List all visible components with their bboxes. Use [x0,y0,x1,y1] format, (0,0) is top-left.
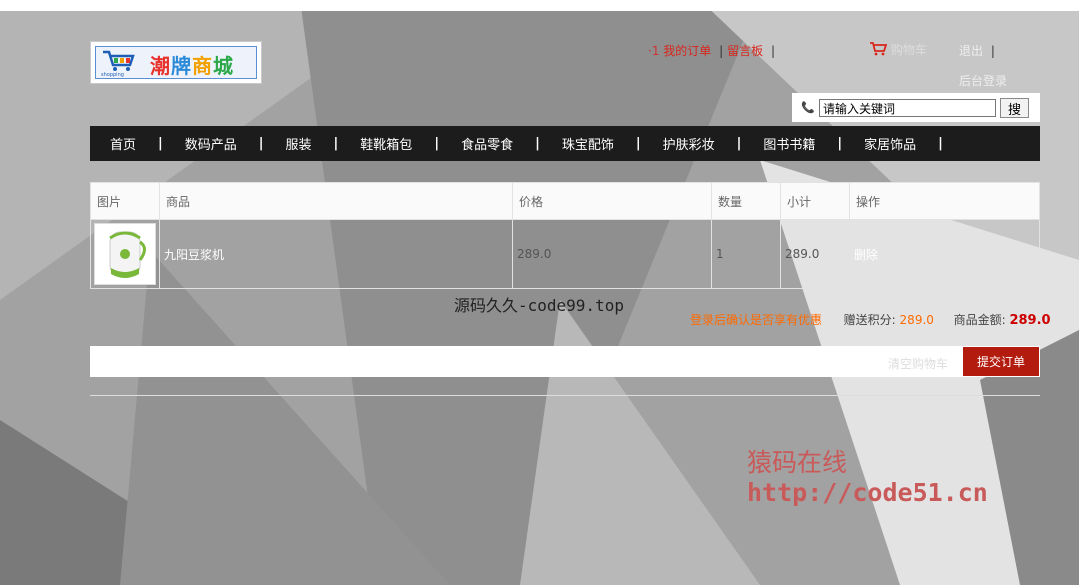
amount-label: 商品金额: [953,313,1006,327]
col-header-product: 商品 [159,182,513,220]
top-strip [0,0,1079,11]
site-logo[interactable]: shopping 潮牌商城 [90,41,262,84]
cart-table: 图片 商品 价格 数量 小计 操作 九阳豆浆机 289.0 1 289.0 删除 [90,182,1040,289]
search-input[interactable] [819,99,996,117]
top-links: ·1 我的订单 | 留言板 | [648,42,779,59]
cart-label: 购物车 [890,43,927,57]
nav-item-jewelry[interactable]: 珠宝配饰 | [562,134,663,153]
cart-logo-icon: shopping [101,50,135,77]
login-discount-link[interactable]: 登录后确认是否享有优惠 [690,313,822,327]
nav-item-cosmetics[interactable]: 护肤彩妆 | [663,134,764,153]
product-image[interactable] [94,223,156,285]
order-summary: 登录后确认是否享有优惠 赠送积分: 289.0 商品金额: 289.0 [690,311,1051,328]
nav-separator: | [938,136,943,151]
cart-link[interactable]: 购物车 [870,41,927,58]
site-watermark: 猿码在线 http://code51.cn [747,448,988,508]
col-header-action: 操作 [849,182,1040,220]
product-name[interactable]: 九阳豆浆机 [159,219,513,289]
nav-separator: | [635,136,641,151]
clear-cart-link[interactable]: 清空购物车 [888,355,948,372]
nav-separator: | [837,136,843,151]
col-header-qty: 数量 [711,182,781,220]
search-bar: 📞 搜 [792,93,1040,122]
nav-separator: | [434,136,440,151]
watermark-line1: 猿码在线 [747,448,848,477]
nav-separator: | [535,136,540,151]
phone-icon: 📞 [801,101,815,114]
delete-action-cell: 删除 [849,219,1040,289]
nav-item-snacks[interactable]: 食品零食 | [461,134,562,153]
nav-label: 护肤彩妆 [662,138,715,153]
submit-order-button[interactable]: 提交订单 [963,347,1039,376]
logout-area: 退出 | [959,42,995,59]
link-separator: | [990,44,995,58]
product-price: 289.0 [512,219,712,289]
nav-item-books[interactable]: 图书书籍 | [763,134,864,153]
soymilk-maker-image [109,231,146,278]
logout-link[interactable]: 退出 [959,44,983,58]
watermark-line2: http://code51.cn [747,478,988,507]
points-label: 赠送积分: [843,313,896,327]
nav-label: 图书书籍 [763,138,816,153]
logo-frame: shopping 潮牌商城 [95,46,257,79]
my-orders-link[interactable]: 我的订单 [663,44,711,58]
nav-label: 数码产品 [184,138,237,153]
nav-label: 珠宝配饰 [561,138,614,153]
nav-item-clothing[interactable]: 服装 | [286,134,361,153]
logo-char: 牌 [171,54,192,78]
nav-separator: | [158,136,163,151]
delete-link[interactable]: 删除 [854,248,878,262]
nav-label: 鞋靴箱包 [360,138,413,153]
table-row: 九阳豆浆机 289.0 1 289.0 删除 [90,219,1040,289]
logo-text: 潮牌商城 [150,50,234,79]
col-header-subtotal: 小计 [780,182,850,220]
col-header-price: 价格 [512,182,712,220]
nav-separator: | [258,136,264,151]
logo-subtext: shopping [101,72,124,77]
nav-item-home-decor[interactable]: 家居饰品 | [864,134,965,153]
nav-separator: | [333,136,339,151]
nav-item-digital[interactable]: 数码产品 | [185,134,286,153]
nav-item-shoes-bags[interactable]: 鞋靴箱包 | [360,134,461,153]
shopping-cart-icon [870,42,888,56]
nav-label: 家居饰品 [864,138,917,153]
link-separator: | [771,44,776,58]
footer-divider [90,395,1040,396]
table-header-row: 图片 商品 价格 数量 小计 操作 [90,182,1040,220]
user-indicator: ·1 [648,44,660,58]
product-image-cell [90,219,160,289]
logo-char: 商 [192,54,213,78]
product-subtotal: 289.0 [780,219,850,289]
points-value: 289.0 [899,313,934,327]
nav-label: 首页 [110,138,137,153]
nav-label: 食品零食 [461,138,514,153]
nav-item-home[interactable]: 首页 | [110,134,185,153]
logo-char: 城 [213,54,234,78]
main-nav: 首页 | 数码产品 | 服装 | 鞋靴箱包 | 食品零食 | 珠宝配饰 | 护肤彩妆 | 图书… [90,126,1040,161]
admin-login-link[interactable]: 后台登录 [959,72,1007,89]
nav-separator: | [736,136,742,151]
logo-char: 潮 [150,54,171,78]
product-quantity: 1 [711,219,781,289]
search-button[interactable]: 搜 [1000,98,1029,118]
amount-value: 289.0 [1009,313,1051,328]
source-watermark: 源码久久-code99.top [454,296,624,315]
nav-label: 服装 [285,138,312,153]
order-action-bar: 清空购物车 提交订单 [90,346,1040,377]
col-header-image: 图片 [90,182,160,220]
link-separator: | [719,44,724,58]
guestbook-link[interactable]: 留言板 [727,44,763,58]
